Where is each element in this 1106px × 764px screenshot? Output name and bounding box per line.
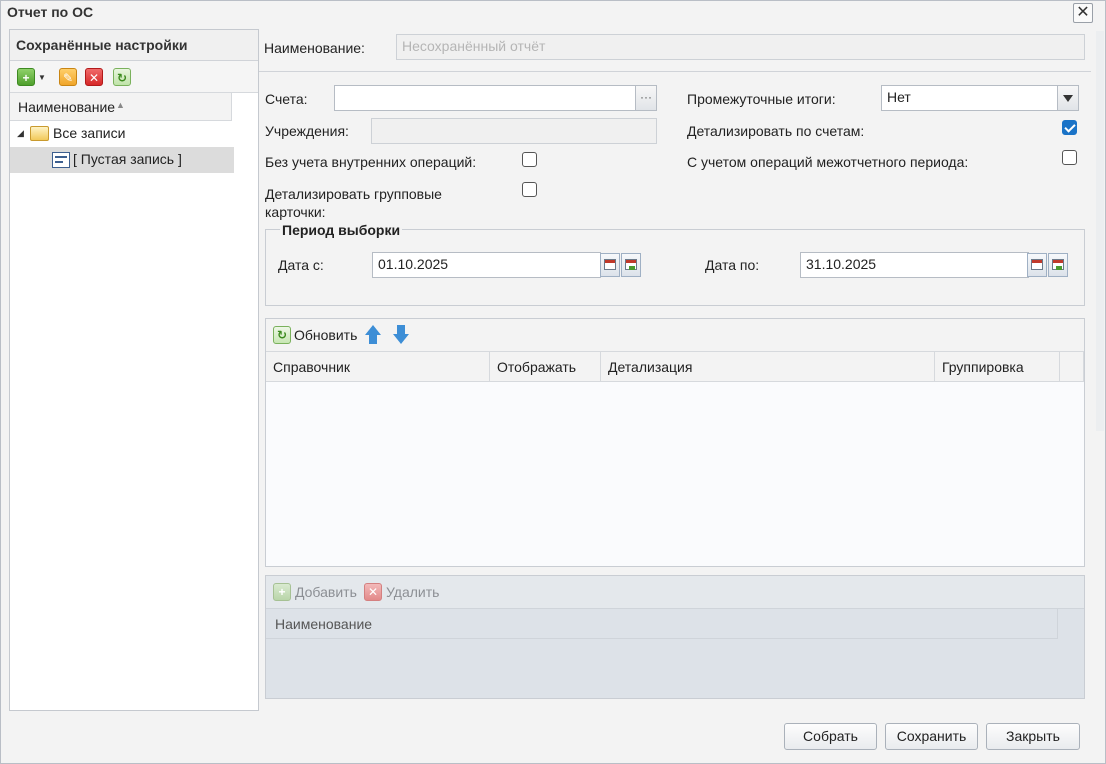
calendar-icon[interactable] xyxy=(1027,253,1047,277)
column-header-detail[interactable]: Детализация xyxy=(601,352,935,382)
tree-node-all-records[interactable]: ◢ Все записи xyxy=(10,121,258,147)
name-row: Наименование: Несохранённый отчёт xyxy=(259,29,1091,72)
folder-icon xyxy=(30,126,49,141)
tree-node-label: [ Пустая запись ] xyxy=(73,151,182,167)
period-legend: Период выборки xyxy=(280,222,403,238)
accounts-input[interactable] xyxy=(334,85,636,111)
tree-expand-icon[interactable]: ◢ xyxy=(17,128,24,139)
name-label: Наименование: xyxy=(264,40,365,56)
saved-settings-panel: Сохранённые настройки + ▼ ✎ ✕ ↻ Наименов… xyxy=(9,29,259,711)
chevron-down-icon[interactable]: ▼ xyxy=(38,73,46,82)
detail-by-accounts-checkbox[interactable] xyxy=(1062,120,1077,135)
column-header-label: Наименование xyxy=(18,99,116,115)
column-header-reference[interactable]: Справочник xyxy=(266,352,490,382)
window-title: Отчет по ОС xyxy=(7,4,94,20)
record-icon xyxy=(52,152,70,168)
column-header-grouping[interactable]: Группировка xyxy=(935,352,1060,382)
refresh-button[interactable]: Обновить xyxy=(294,327,357,343)
institutions-input[interactable] xyxy=(371,118,657,144)
dimensions-grid-body[interactable] xyxy=(266,382,1084,566)
accounts-label: Счета: xyxy=(265,91,308,107)
close-button[interactable]: Закрыть xyxy=(986,723,1080,750)
close-icon[interactable]: ✕ xyxy=(1073,3,1093,23)
move-up-icon[interactable] xyxy=(364,325,382,345)
calendar-reset-icon[interactable] xyxy=(1048,253,1068,277)
build-button[interactable]: Собрать xyxy=(784,723,877,750)
detail-by-accounts-label: Детализировать по счетам: xyxy=(687,123,865,139)
interperiod-ops-checkbox[interactable] xyxy=(1062,150,1077,165)
subtotals-select[interactable]: Нет xyxy=(881,85,1059,111)
column-header-spacer xyxy=(1060,352,1084,382)
edit-icon[interactable]: ✎ xyxy=(59,68,77,86)
add-icon: + xyxy=(273,583,291,601)
date-to-label: Дата по: xyxy=(705,257,760,273)
dimensions-grid: ↻ Обновить Справочник Отображать Детализ… xyxy=(265,318,1085,567)
refresh-icon[interactable]: ↻ xyxy=(273,326,291,344)
calendar-reset-icon[interactable] xyxy=(621,253,641,277)
saved-settings-column-header[interactable]: Наименование ▲ xyxy=(10,93,232,121)
interperiod-ops-label: С учетом операций межотчетного периода: xyxy=(687,154,969,170)
scrollbar[interactable] xyxy=(1096,31,1104,431)
add-button: Добавить xyxy=(295,584,357,600)
move-down-icon[interactable] xyxy=(392,325,410,345)
save-button[interactable]: Сохранить xyxy=(885,723,978,750)
accounts-picker-button[interactable]: ··· xyxy=(635,85,657,111)
subtotals-label: Промежуточные итоги: xyxy=(687,91,836,107)
column-header-name: Наименование xyxy=(266,609,1058,639)
saved-settings-toolbar: + ▼ ✎ ✕ ↻ xyxy=(10,61,258,93)
date-from-label: Дата с: xyxy=(278,257,324,273)
no-internal-ops-label: Без учета внутренних операций: xyxy=(265,154,477,170)
institutions-label: Учреждения: xyxy=(265,123,349,139)
column-header-display[interactable]: Отображать xyxy=(490,352,601,382)
delete-button: Удалить xyxy=(386,584,440,600)
saved-settings-header: Сохранённые настройки xyxy=(10,30,258,61)
delete-icon[interactable]: ✕ xyxy=(85,68,103,86)
chevron-down-icon[interactable] xyxy=(1057,85,1079,111)
name-placeholder: Несохранённый отчёт xyxy=(402,38,546,54)
items-grid: + Добавить ✕ Удалить Наименование xyxy=(265,575,1085,699)
date-to-input[interactable]: 31.10.2025 xyxy=(800,252,1029,278)
add-icon[interactable]: + xyxy=(17,68,35,86)
detail-group-cards-label: Детализировать групповые xyxy=(265,186,442,202)
items-toolbar: + Добавить ✕ Удалить xyxy=(266,576,1084,609)
delete-icon: ✕ xyxy=(364,583,382,601)
title-bar: Отчет по ОС ✕ xyxy=(1,1,1105,25)
tree-node-label: Все записи xyxy=(53,125,126,141)
date-from-input[interactable]: 01.10.2025 xyxy=(372,252,601,278)
report-window: Отчет по ОС ✕ Сохранённые настройки + ▼ … xyxy=(0,0,1106,764)
dimensions-toolbar: ↻ Обновить xyxy=(266,319,1084,352)
detail-group-cards-label-line2: карточки: xyxy=(265,204,326,220)
sort-asc-icon: ▲ xyxy=(116,100,125,110)
name-input[interactable]: Несохранённый отчёт xyxy=(396,34,1085,60)
period-fieldset: Период выборки Дата с: 01.10.2025 Дата п… xyxy=(265,222,1085,306)
refresh-icon[interactable]: ↻ xyxy=(113,68,131,86)
report-settings-form: Наименование: Несохранённый отчёт Счета:… xyxy=(259,29,1091,711)
calendar-icon[interactable] xyxy=(600,253,620,277)
detail-group-cards-checkbox[interactable] xyxy=(522,182,537,197)
tree-node-empty-record[interactable]: [ Пустая запись ] xyxy=(10,147,234,173)
no-internal-ops-checkbox[interactable] xyxy=(522,152,537,167)
